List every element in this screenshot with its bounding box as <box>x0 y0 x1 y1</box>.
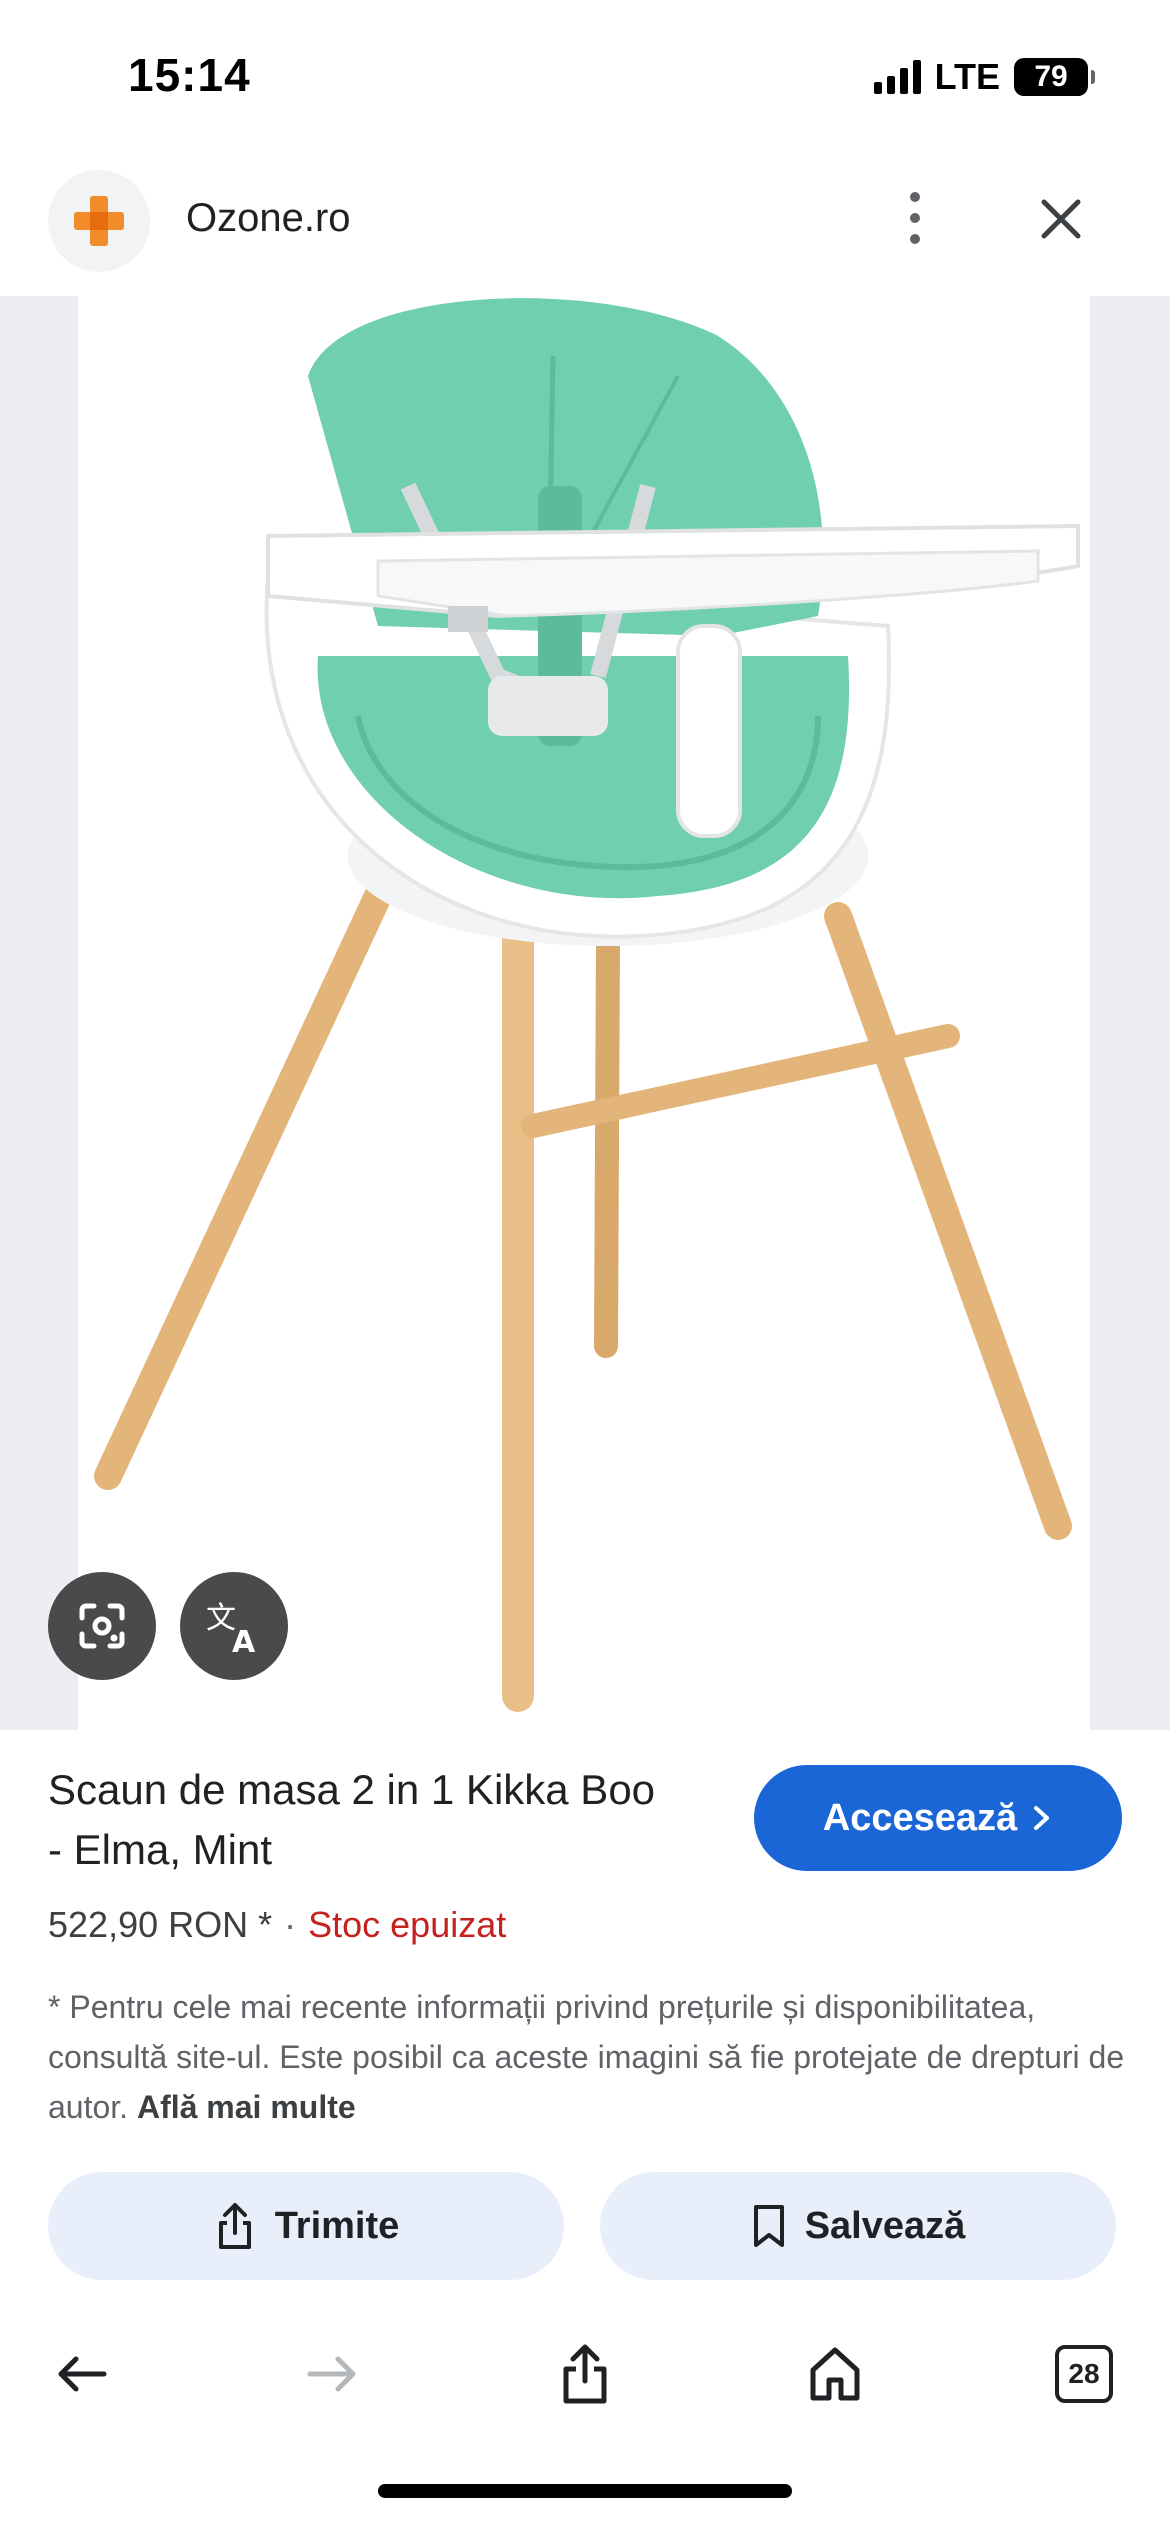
send-button[interactable]: Trimite <box>48 2172 564 2280</box>
send-button-label: Trimite <box>274 2204 400 2247</box>
lens-button[interactable] <box>48 1572 156 1680</box>
product-image-area[interactable] <box>0 296 1170 1730</box>
share-icon <box>563 2344 607 2404</box>
back-button[interactable] <box>42 2334 122 2414</box>
close-icon[interactable] <box>1030 188 1092 250</box>
arrow-left-icon <box>58 2356 107 2392</box>
chevron-right-icon <box>1034 1806 1050 1830</box>
tabs-count: 28 <box>1055 2345 1113 2403</box>
site-header: Ozone.ro <box>0 160 1170 290</box>
product-price: 522,90 RON * <box>48 1904 273 1945</box>
product-title[interactable]: Scaun de masa 2 in 1 Kikka Boo - Elma, M… <box>48 1760 668 1880</box>
ozone-logo-icon <box>74 196 124 246</box>
share-icon <box>218 2203 251 2249</box>
save-button[interactable]: Salvează <box>600 2172 1116 2280</box>
access-button[interactable]: Accesează <box>754 1765 1122 1871</box>
translate-icon: 文 A <box>206 1601 256 1658</box>
status-indicators: LTE 79 <box>873 56 1095 98</box>
price-separator: · <box>284 1904 297 1945</box>
more-vert-icon[interactable] <box>895 188 935 248</box>
home-icon <box>810 2347 860 2401</box>
site-logo[interactable] <box>48 170 150 272</box>
home-button[interactable] <box>795 2334 875 2414</box>
access-button-label: Accesează <box>822 1796 1018 1839</box>
share-page-button[interactable] <box>545 2334 625 2414</box>
battery-icon: 79 <box>1014 58 1095 96</box>
bookmark-icon <box>753 2205 784 2247</box>
signal-icon <box>873 60 921 94</box>
site-name[interactable]: Ozone.ro <box>186 196 351 241</box>
forward-button[interactable] <box>292 2334 372 2414</box>
status-time: 15:14 <box>128 49 251 101</box>
network-label: LTE <box>934 56 1000 97</box>
save-button-label: Salvează <box>804 2204 966 2247</box>
product-image <box>78 296 1090 1730</box>
lens-icon <box>79 1603 125 1649</box>
home-indicator <box>378 2484 792 2498</box>
price-line: 522,90 RON * · Stoc epuizat <box>48 1904 506 1946</box>
learn-more-link[interactable]: Află mai multe <box>137 2089 356 2125</box>
tabs-button[interactable]: 28 <box>1044 2334 1124 2414</box>
svg-text:A: A <box>232 1625 256 1658</box>
disclaimer: * Pentru cele mai recente informații pri… <box>48 1982 1138 2132</box>
high-chair-illustration <box>94 298 1080 1712</box>
bottom-navigation: 28 <box>0 2306 1170 2446</box>
status-bar: 15:14 LTE 79 <box>0 0 1170 150</box>
stock-status: Stoc epuizat <box>308 1904 507 1945</box>
translate-button[interactable]: 文 A <box>180 1572 288 1680</box>
arrow-right-icon <box>307 2356 356 2392</box>
